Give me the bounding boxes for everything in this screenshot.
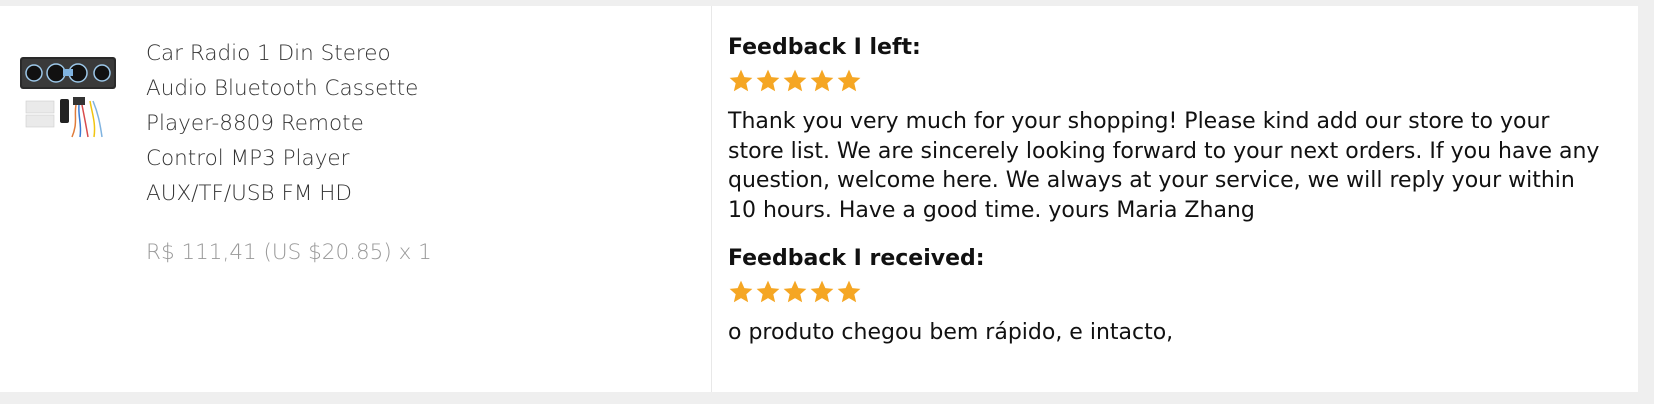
feedback-received-stars bbox=[728, 279, 862, 305]
star-icon bbox=[837, 280, 861, 303]
feedback-left-heading: Feedback I left: bbox=[728, 35, 921, 60]
star-icon bbox=[729, 280, 753, 303]
star-icon bbox=[729, 69, 753, 92]
feedback-left-stars bbox=[728, 68, 862, 94]
star-icon bbox=[783, 69, 807, 92]
star-icon bbox=[810, 280, 834, 303]
feedback-column: Feedback I left: Thank you very much for… bbox=[712, 6, 1638, 392]
product-title-link[interactable]: Car Radio 1 Din Stereo Audio Bluetooth C… bbox=[146, 36, 446, 211]
order-feedback-card: Car Radio 1 Din Stereo Audio Bluetooth C… bbox=[0, 6, 1638, 392]
product-price: R$ 111,41 (US $20.85) x 1 bbox=[146, 240, 432, 265]
star-icon bbox=[810, 69, 834, 92]
product-column: Car Radio 1 Din Stereo Audio Bluetooth C… bbox=[0, 6, 712, 392]
star-icon bbox=[783, 280, 807, 303]
car-radio-product-thumbnail[interactable] bbox=[18, 53, 118, 143]
feedback-received-heading: Feedback I received: bbox=[728, 246, 985, 271]
star-icon bbox=[756, 69, 780, 92]
feedback-received-text: o produto chegou bem rápido, e intacto, bbox=[728, 320, 1174, 345]
star-icon bbox=[756, 280, 780, 303]
star-icon bbox=[837, 69, 861, 92]
feedback-left-text: Thank you very much for your shopping! P… bbox=[728, 109, 1600, 223]
